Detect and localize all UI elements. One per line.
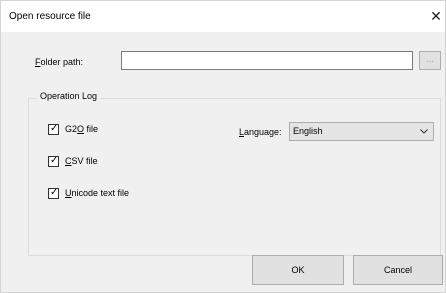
folder-path-input[interactable] (121, 51, 413, 70)
check-icon: ✓ (50, 155, 59, 166)
cancel-button[interactable]: Cancel (353, 255, 443, 285)
checkbox-box[interactable]: ✓ (48, 123, 59, 135)
browse-button[interactable]: ... (419, 51, 441, 70)
title-bar: Open resource file ✕ (1, 1, 445, 31)
operation-log-title: Operation Log (37, 91, 101, 101)
dialog-title: Open resource file (9, 11, 91, 22)
ok-button[interactable]: OK (252, 255, 344, 285)
dialog-body: Folder path: ... Operation Log ✓ G2O fil… (1, 32, 445, 292)
language-select[interactable]: English (289, 122, 434, 141)
dialog-window: Open resource file ✕ Folder path: ... Op… (0, 0, 446, 293)
check-icon: ✓ (50, 187, 59, 198)
folder-path-label: Folder path: (35, 57, 84, 67)
checkbox-box[interactable]: ✓ (48, 187, 59, 199)
language-selected-value: English (293, 126, 323, 136)
checkbox-label: Unicode text file (65, 188, 130, 198)
check-icon: ✓ (50, 123, 59, 134)
close-icon[interactable]: ✕ (429, 7, 443, 25)
checkbox-label: G2O file (65, 124, 99, 134)
checkbox-label: CSV file (65, 156, 98, 166)
chevron-down-icon (420, 129, 428, 134)
checkbox-box[interactable]: ✓ (48, 155, 59, 167)
language-label: Language: (239, 127, 282, 137)
